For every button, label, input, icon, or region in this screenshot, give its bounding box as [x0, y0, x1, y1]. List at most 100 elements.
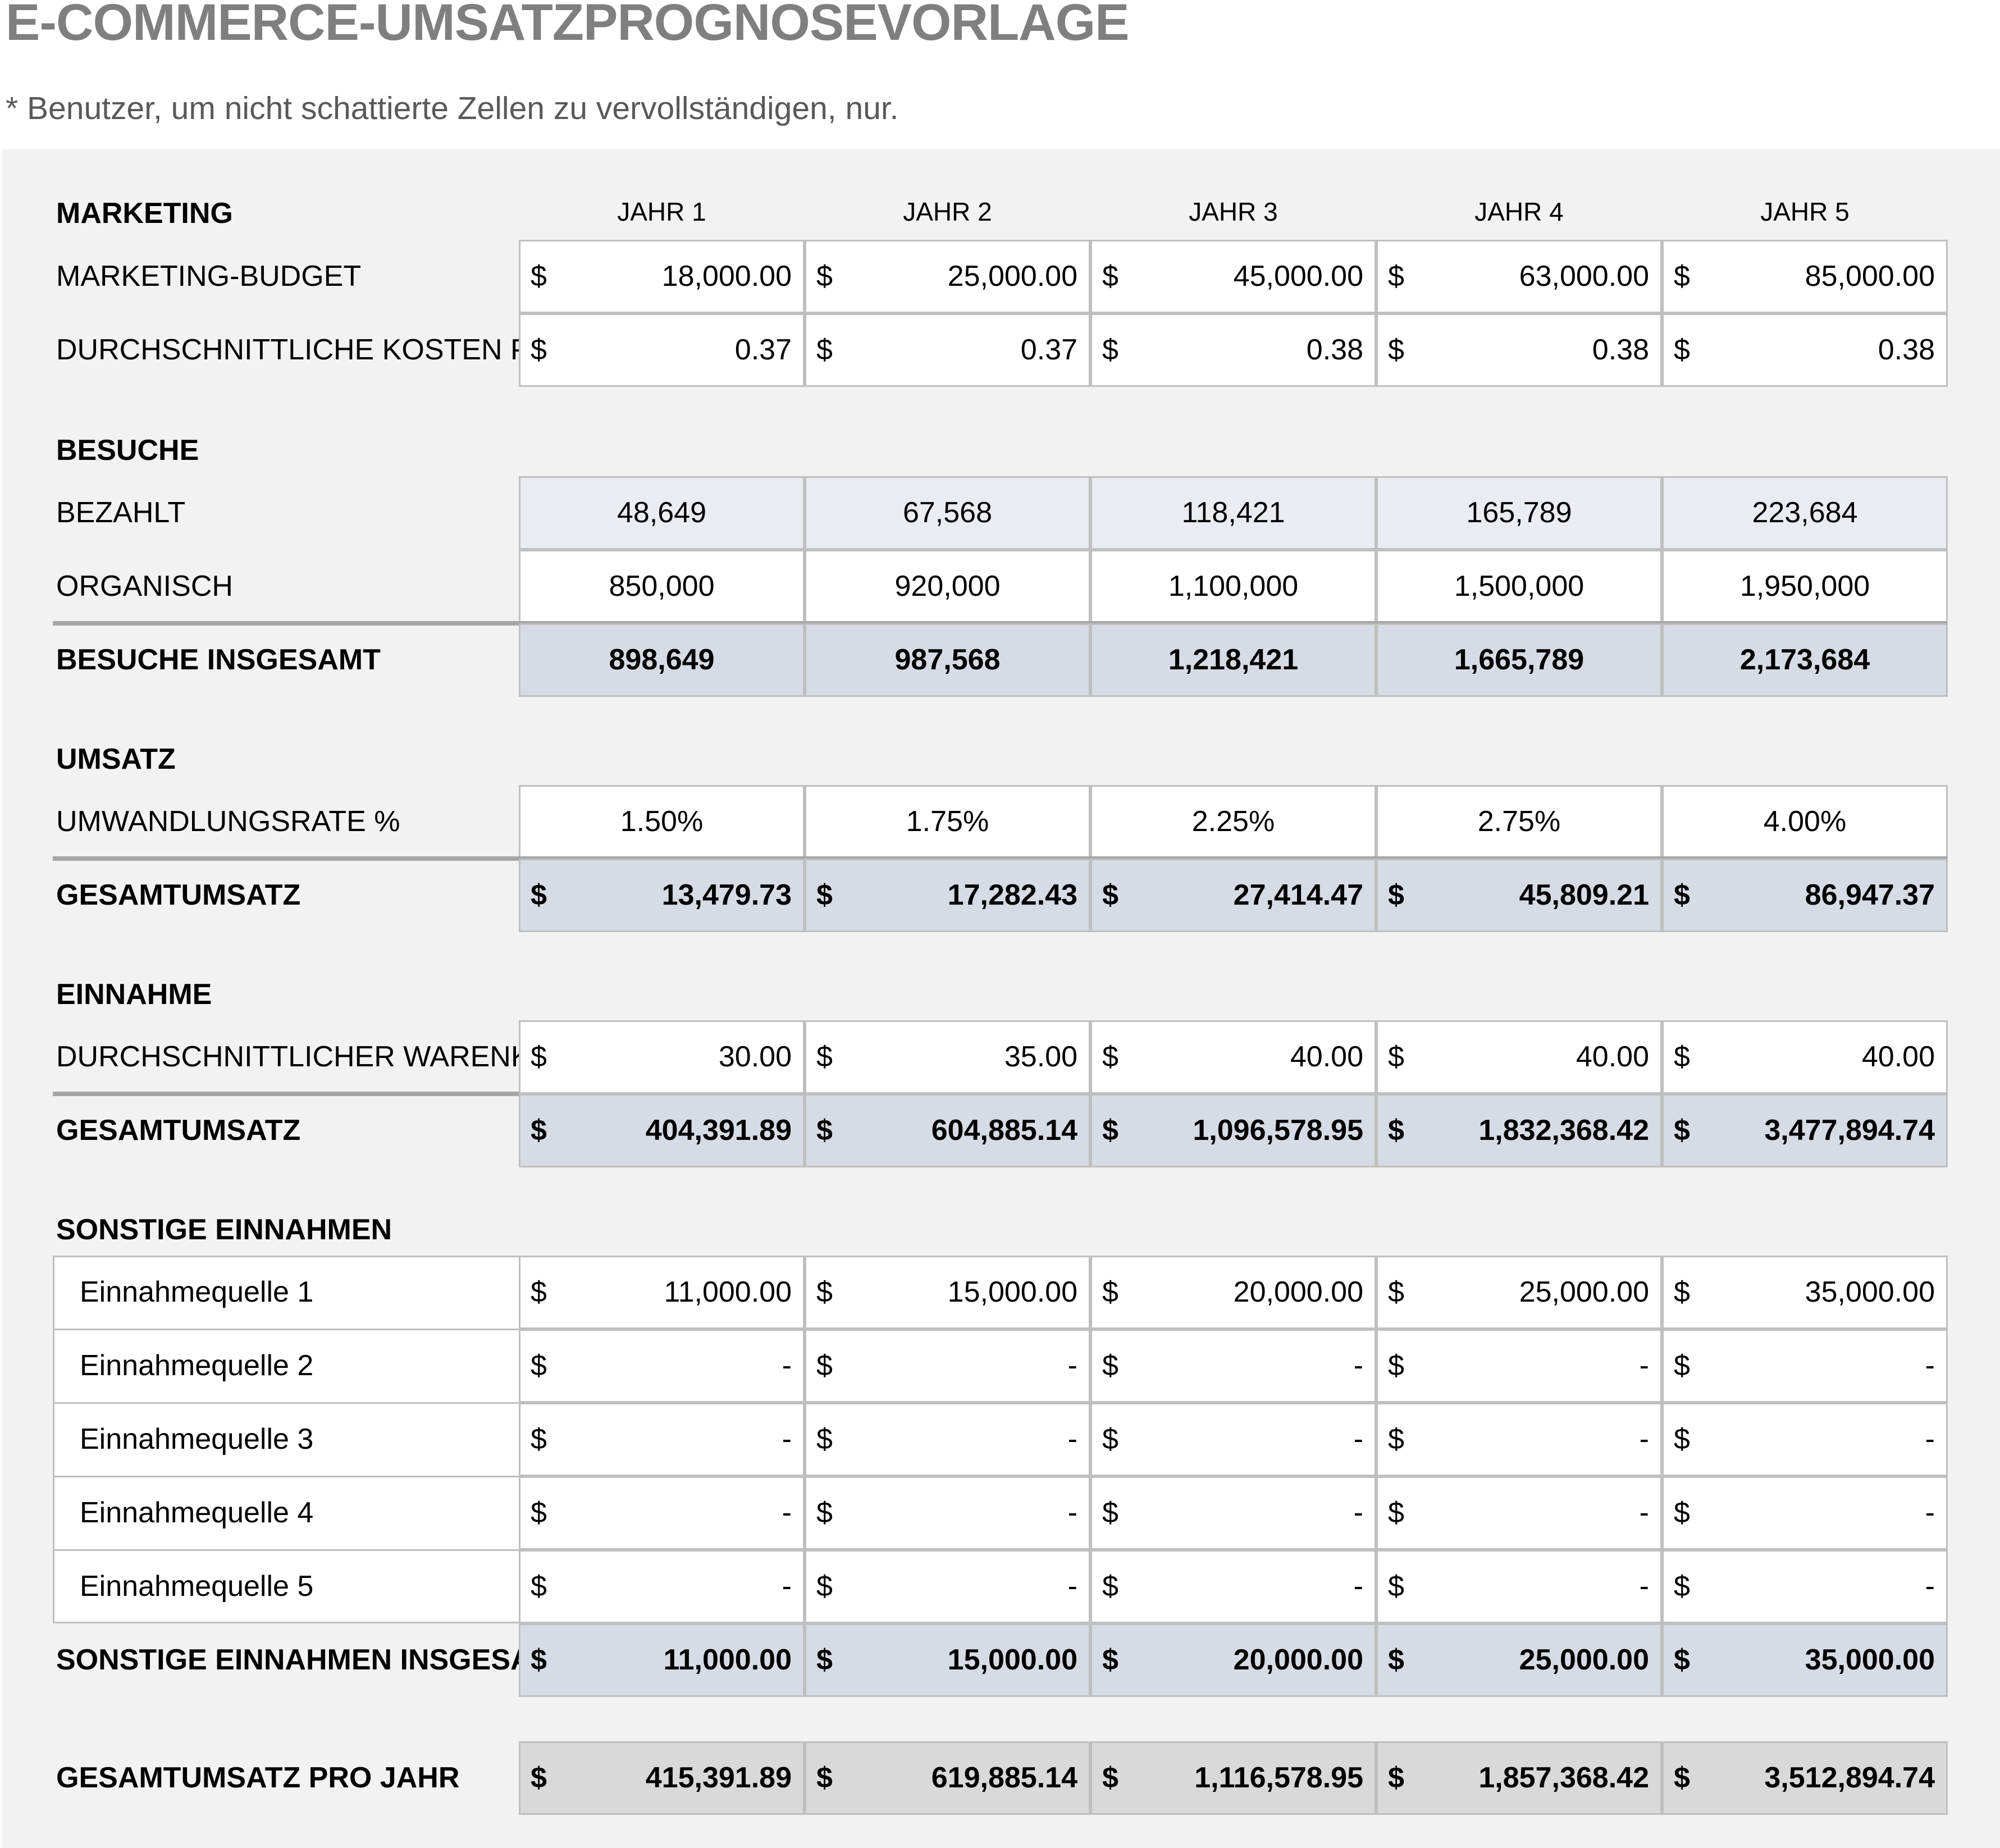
- value-cell[interactable]: $40.00: [1090, 1020, 1376, 1094]
- value-cell[interactable]: $ -: [1376, 1476, 1662, 1550]
- value-cell[interactable]: $35,000.00: [1662, 1623, 1948, 1697]
- value-cell[interactable]: $3,512,894.74: [1662, 1741, 1948, 1815]
- value-cell[interactable]: $619,885.14: [805, 1741, 1090, 1815]
- value-cell[interactable]: $ -: [1376, 1329, 1662, 1403]
- value-cell[interactable]: $ -: [1662, 1403, 1948, 1476]
- value-cell[interactable]: 2,173,684: [1662, 623, 1948, 697]
- value-cell[interactable]: $17,282.43: [805, 859, 1090, 932]
- value-cell[interactable]: $ -: [1376, 1550, 1662, 1623]
- cell-value: 3,477,894.74: [1764, 1114, 1935, 1147]
- value-cell[interactable]: 2.75%: [1376, 785, 1662, 859]
- value-cell[interactable]: $ -: [1662, 1476, 1948, 1550]
- value-cell[interactable]: $20,000.00: [1090, 1623, 1376, 1697]
- value-cell[interactable]: $ -: [805, 1403, 1090, 1476]
- value-cell[interactable]: $ -: [1090, 1476, 1376, 1550]
- value-cell[interactable]: $11,000.00: [519, 1623, 805, 1697]
- value-cell[interactable]: 118,421: [1090, 476, 1376, 550]
- value-cell[interactable]: $63,000.00: [1376, 240, 1662, 313]
- value-cell[interactable]: $35.00: [805, 1020, 1090, 1094]
- value-cell[interactable]: 920,000: [805, 550, 1090, 623]
- currency-symbol: $: [816, 1570, 833, 1603]
- value-cell[interactable]: $30.00: [519, 1020, 805, 1094]
- value-cell[interactable]: 987,568: [805, 623, 1090, 697]
- value-cell[interactable]: $404,391.89: [519, 1094, 805, 1167]
- currency-symbol: $: [1388, 1349, 1404, 1382]
- value-cell[interactable]: $13,479.73: [519, 859, 805, 932]
- row-label: GESAMTUMSATZ: [56, 879, 301, 911]
- value-cell[interactable]: 1,665,789: [1376, 623, 1662, 697]
- value-cell[interactable]: 48,649: [519, 476, 805, 550]
- row-conversion-rate: UMWANDLUNGSRATE % 1.50% 1.75% 2.25% 2.75% 4.0…: [0, 785, 2000, 859]
- value-cell[interactable]: 850,000: [519, 550, 805, 623]
- row-label: BEZAHLT: [56, 496, 186, 529]
- value-cell[interactable]: $1,096,578.95: [1090, 1094, 1376, 1167]
- currency-symbol: $: [1102, 1041, 1118, 1073]
- value-cell[interactable]: $86,947.37: [1662, 859, 1948, 932]
- value-cell[interactable]: 67,568: [805, 476, 1090, 550]
- row-label: MARKETING-BUDGET: [56, 260, 362, 293]
- value-cell[interactable]: $25,000.00: [805, 240, 1090, 313]
- value-cell[interactable]: $0.37: [519, 313, 805, 387]
- value-cell[interactable]: 1,100,000: [1090, 550, 1376, 623]
- value-cell[interactable]: $ -: [1090, 1329, 1376, 1403]
- value-cell[interactable]: $1,116,578.95: [1090, 1741, 1376, 1815]
- value-cell[interactable]: $40.00: [1376, 1020, 1662, 1094]
- value-cell[interactable]: 2.25%: [1090, 785, 1376, 859]
- value-cell[interactable]: $25,000.00: [1376, 1623, 1662, 1697]
- value-cell[interactable]: 1,218,421: [1090, 623, 1376, 697]
- cell-value: -: [1353, 1349, 1363, 1382]
- value-cell[interactable]: $0.37: [805, 313, 1090, 387]
- value-cell[interactable]: $ -: [519, 1403, 805, 1476]
- value-cell[interactable]: $20,000.00: [1090, 1256, 1376, 1329]
- value-cell[interactable]: $415,391.89: [519, 1741, 805, 1815]
- cell-value: 86,947.37: [1805, 879, 1935, 911]
- value-cell[interactable]: $1,857,368.42: [1376, 1741, 1662, 1815]
- value-cell[interactable]: $ -: [1090, 1550, 1376, 1623]
- value-cell[interactable]: $45,809.21: [1376, 859, 1662, 932]
- cell-value: 40.00: [1861, 1041, 1935, 1073]
- value-cell[interactable]: 165,789: [1376, 476, 1662, 550]
- value-cell[interactable]: $18,000.00: [519, 240, 805, 313]
- value-cell[interactable]: $1,832,368.42: [1376, 1094, 1662, 1167]
- value-cell[interactable]: $27,414.47: [1090, 859, 1376, 932]
- currency-symbol: $: [1388, 879, 1404, 911]
- value-cell[interactable]: $ -: [1662, 1329, 1948, 1403]
- value-cell[interactable]: $ -: [1090, 1403, 1376, 1476]
- currency-symbol: $: [1388, 334, 1404, 366]
- currency-symbol: $: [531, 879, 547, 911]
- value-cell[interactable]: $ -: [519, 1329, 805, 1403]
- value-cell[interactable]: $85,000.00: [1662, 240, 1948, 313]
- value-cell[interactable]: $ -: [1376, 1403, 1662, 1476]
- value-cell[interactable]: $ -: [805, 1476, 1090, 1550]
- value-cell[interactable]: $ -: [1662, 1550, 1948, 1623]
- value-cell[interactable]: $3,477,894.74: [1662, 1094, 1948, 1167]
- value-cell[interactable]: $0.38: [1090, 313, 1376, 387]
- value-cell[interactable]: $604,885.14: [805, 1094, 1090, 1167]
- value-cell[interactable]: $45,000.00: [1090, 240, 1376, 313]
- value-cell[interactable]: 1,500,000: [1376, 550, 1662, 623]
- value-cell[interactable]: $ -: [805, 1550, 1090, 1623]
- value-cell[interactable]: 1,950,000: [1662, 550, 1948, 623]
- value-cell[interactable]: $0.38: [1376, 313, 1662, 387]
- value-cell[interactable]: 1.75%: [805, 785, 1090, 859]
- value-cell[interactable]: $35,000.00: [1662, 1256, 1948, 1329]
- value-cell[interactable]: 4.00%: [1662, 785, 1948, 859]
- value-cell[interactable]: $15,000.00: [805, 1256, 1090, 1329]
- value-cell[interactable]: $11,000.00: [519, 1256, 805, 1329]
- value-cell[interactable]: $ -: [805, 1329, 1090, 1403]
- value-cell[interactable]: 223,684: [1662, 476, 1948, 550]
- value-cell[interactable]: $15,000.00: [805, 1623, 1090, 1697]
- value-cell[interactable]: $40.00: [1662, 1020, 1948, 1094]
- currency-symbol: $: [816, 260, 833, 293]
- value-cell[interactable]: 1.50%: [519, 785, 805, 859]
- cell-value: 920,000: [894, 570, 1001, 603]
- value-cell[interactable]: $0.38: [1662, 313, 1948, 387]
- section-visits: BESUCHE: [56, 434, 199, 467]
- value-cell[interactable]: $ -: [519, 1550, 805, 1623]
- value-cell[interactable]: $ -: [519, 1476, 805, 1550]
- value-cell[interactable]: $25,000.00: [1376, 1256, 1662, 1329]
- currency-symbol: $: [531, 334, 547, 366]
- value-cell[interactable]: 898,649: [519, 623, 805, 697]
- cell-value: -: [1925, 1570, 1935, 1603]
- instruction-note: * Benutzer, um nicht schattierte Zellen …: [6, 90, 899, 126]
